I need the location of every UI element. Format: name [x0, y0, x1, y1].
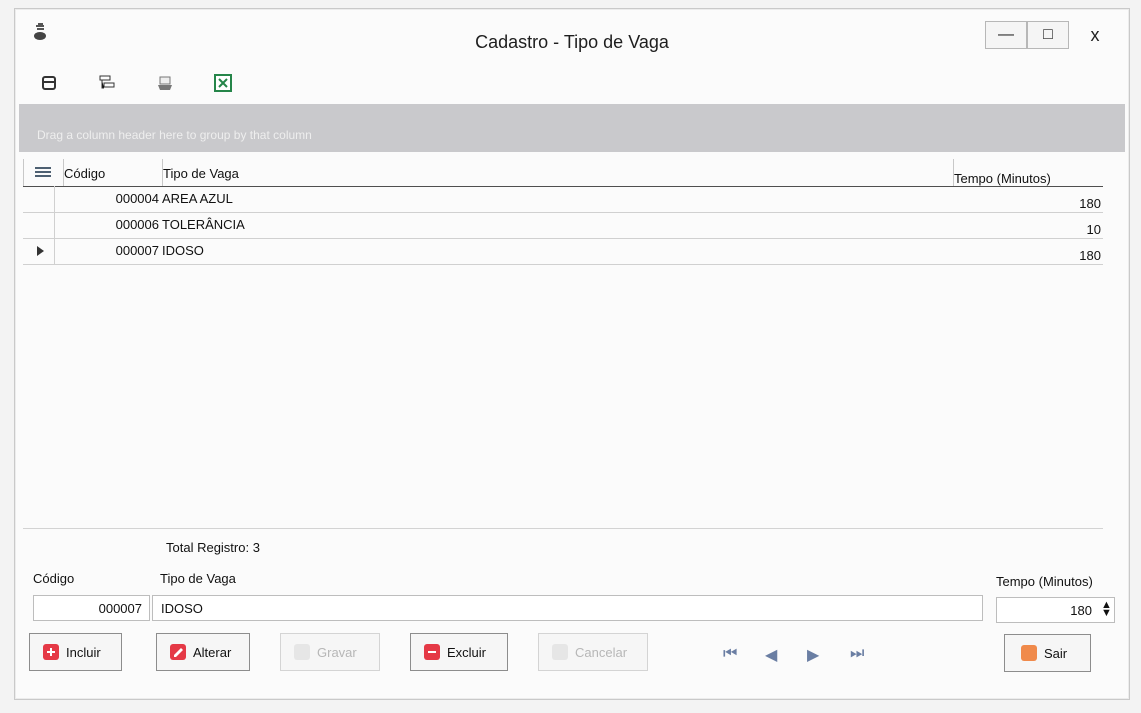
cancelar-button[interactable]: Cancelar [538, 633, 648, 671]
group-panel[interactable]: Drag a column header here to group by th… [19, 104, 1125, 152]
title-bar[interactable]: Cadastro - Tipo de Vaga — □ x [15, 9, 1129, 57]
close-button[interactable]: x [1069, 21, 1121, 49]
row-tipo: TOLERÂNCIA [162, 217, 245, 232]
grid-selector-header[interactable] [23, 159, 63, 186]
tempo-stepper[interactable]: 180 [996, 597, 1115, 623]
current-row-indicator[interactable] [23, 238, 55, 264]
row-selector[interactable] [23, 186, 55, 212]
save-icon [294, 644, 310, 660]
cancel-icon [552, 644, 568, 660]
row-tempo: 180 [1079, 248, 1101, 263]
edit-icon [170, 644, 186, 660]
tree-icon[interactable] [95, 71, 119, 95]
first-record-icon[interactable]: ⏮ [723, 645, 737, 663]
incluir-label: Incluir [66, 644, 101, 660]
row-selector[interactable] [23, 212, 55, 238]
last-record-icon[interactable]: ⏭ [850, 645, 864, 663]
row-tipo: AREA AZUL [162, 191, 233, 206]
alterar-label: Alterar [193, 644, 232, 660]
total-records: Total Registro: 3 [166, 540, 260, 555]
print-icon[interactable] [153, 71, 177, 95]
sair-label: Sair [1044, 645, 1068, 661]
next-record-icon[interactable]: ▶ [807, 645, 819, 665]
excel-icon[interactable] [211, 71, 235, 95]
column-header-codigo[interactable]: Código [63, 159, 162, 186]
row-tempo: 10 [1086, 222, 1101, 237]
gravar-label: Gravar [317, 644, 357, 660]
table-row-selected[interactable]: 000007 IDOSO 180 [23, 238, 1103, 265]
row-tipo: IDOSO [162, 243, 204, 258]
window-controls: — □ x [985, 21, 1121, 49]
group-panel-hint: Drag a column header here to group by th… [37, 128, 312, 142]
previous-record-icon[interactable]: ◀ [765, 645, 777, 665]
row-codigo: 000006 [115, 217, 159, 232]
table-row[interactable]: 000006 TOLERÂNCIA 10 [23, 212, 1103, 239]
main-window: Cadastro - Tipo de Vaga — □ x Drag a col… [14, 8, 1130, 700]
alterar-button[interactable]: Alterar [156, 633, 250, 671]
minimize-button[interactable]: — [985, 21, 1027, 49]
cancelar-label: Cancelar [575, 644, 628, 660]
gravar-button[interactable]: Gravar [280, 633, 380, 671]
tipo-de-vaga-field[interactable]: IDOSO [152, 595, 983, 621]
stepper-arrows-icon[interactable]: ▲ ▼ [1101, 600, 1112, 619]
tempo-label: Tempo (Minutos) [996, 574, 1093, 589]
incluir-button[interactable]: Incluir [29, 633, 122, 671]
add-icon [43, 644, 59, 660]
window-title: Cadastro - Tipo de Vaga [475, 32, 669, 52]
codigo-label: Código [33, 571, 75, 586]
maximize-button[interactable]: □ [1027, 21, 1069, 49]
toolbar [37, 67, 235, 99]
column-header-tempo[interactable]: Tempo (Minutos) [953, 159, 1103, 186]
sair-button[interactable]: Sair [1004, 634, 1091, 672]
tipo-de-vaga-label: Tipo de Vaga [160, 571, 236, 586]
column-header-tipo-de-vaga[interactable]: Tipo de Vaga [162, 159, 953, 186]
table-row[interactable]: 000004 AREA AZUL 180 [23, 186, 1103, 213]
row-tempo: 180 [1079, 196, 1101, 211]
delete-icon [424, 644, 440, 660]
excluir-button[interactable]: Excluir [410, 633, 508, 671]
records-grid[interactable]: Código Tipo de Vaga Tempo (Minutos) 0000… [23, 159, 1105, 274]
row-codigo: 000007 [115, 243, 159, 258]
exit-icon [1021, 645, 1037, 661]
database-icon[interactable] [37, 71, 61, 95]
grid-summary: Total Registro: 3 [23, 528, 1103, 563]
row-codigo: 000004 [115, 191, 159, 206]
grid-header: Código Tipo de Vaga Tempo (Minutos) [23, 159, 1103, 187]
codigo-field[interactable]: 000007 [33, 595, 150, 621]
excluir-label: Excluir [447, 644, 487, 660]
